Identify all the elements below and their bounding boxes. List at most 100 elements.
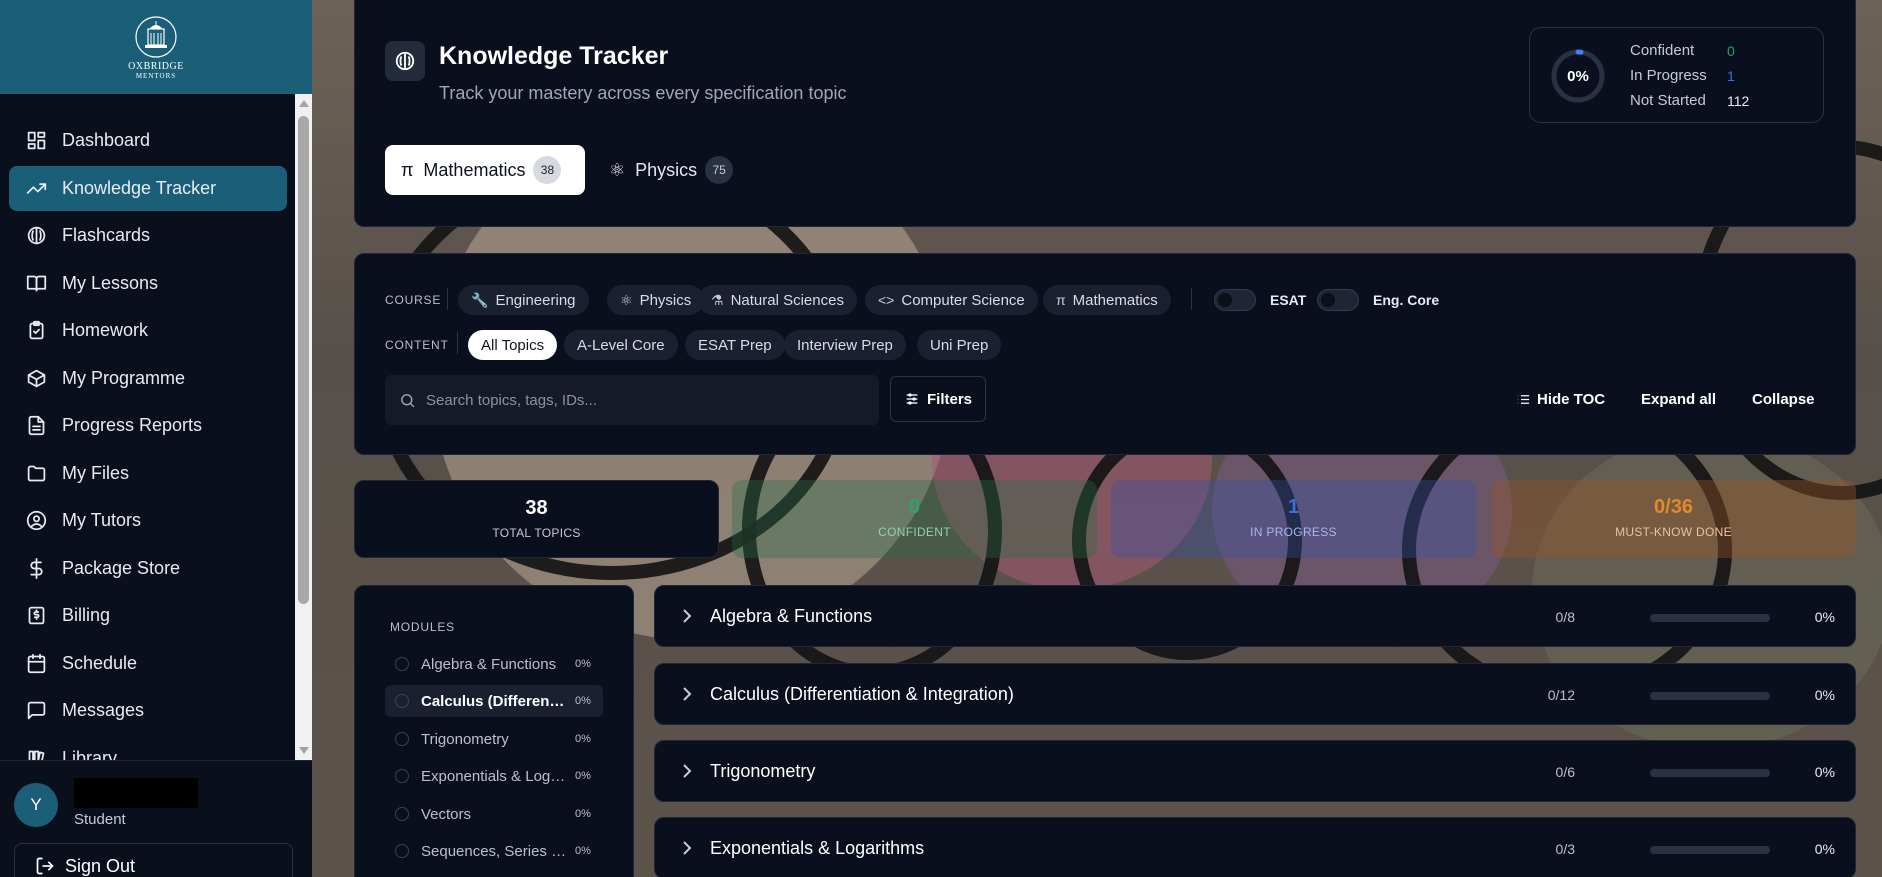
header-card: Knowledge Tracker Track your mastery acr… (354, 0, 1856, 227)
sidebar-item-my-lessons[interactable]: My Lessons (9, 261, 287, 306)
collapse-button[interactable]: Collapse (1752, 391, 1815, 408)
hide-toc-button[interactable]: Hide TOC (1516, 391, 1605, 408)
sidebar-item-label: Dashboard (62, 130, 151, 150)
sidebar-item-package-store[interactable]: Package Store (9, 546, 287, 591)
sidebar-item-flashcards[interactable]: Flashcards (9, 213, 287, 258)
topic-row-calculus[interactable]: Calculus (Differentiation & Integration)… (654, 663, 1856, 725)
progress-percent: 0% (1567, 67, 1589, 85)
sign-out-button[interactable]: Sign Out (14, 843, 293, 877)
chip-engineering[interactable]: 🔧 Engineering (458, 285, 589, 315)
module-item-trigonometry[interactable]: Trigonometry 0% (385, 723, 603, 755)
page-subtitle: Track your mastery across every specific… (439, 83, 847, 103)
chip-physics[interactable]: ⚛ Physics (607, 285, 705, 315)
sidebar-item-label: My Lessons (62, 272, 159, 293)
module-item-exponentials[interactable]: Exponentials & Logarithms 0% (385, 760, 603, 792)
receipt-icon (25, 605, 47, 627)
topic-row-exponentials[interactable]: Exponentials & Logarithms 0/3 0% (654, 817, 1856, 877)
module-percent: 0% (575, 733, 591, 745)
not-started-value: 112 (1727, 93, 1750, 109)
scroll-down-arrow-icon[interactable] (299, 747, 309, 754)
sidebar-item-progress-reports[interactable]: Progress Reports (9, 403, 287, 448)
sidebar-item-label: My Files (62, 462, 129, 483)
status-dot-icon (395, 694, 409, 708)
sidebar-item-label: Messages (62, 700, 145, 720)
sidebar-item-schedule[interactable]: Schedule (9, 641, 287, 686)
chip-esat-prep[interactable]: ESAT Prep (685, 330, 785, 360)
topic-count: 0/12 (1547, 687, 1575, 703)
main-content: Knowledge Tracker Track your mastery acr… (354, 0, 1856, 877)
topic-count: 0/3 (1555, 841, 1575, 857)
chevron-right-icon (681, 840, 693, 855)
sidebar-item-my-files[interactable]: My Files (9, 451, 287, 496)
stat-value: 0 (908, 496, 921, 518)
sidebar-item-label: Schedule (62, 652, 138, 673)
expand-all-button[interactable]: Expand all (1641, 391, 1716, 408)
topic-count: 0/6 (1555, 764, 1575, 780)
sidebar-item-library[interactable]: Library (9, 736, 287, 760)
tab-mathematics[interactable]: π Mathematics 38 (385, 145, 585, 195)
mastery-summary: 0% Confident 0 In Progress 1 Not Started… (1529, 27, 1824, 123)
topic-row-algebra[interactable]: Algebra & Functions 0/8 0% (654, 585, 1856, 647)
message-square-icon (25, 700, 47, 722)
sidebar-item-knowledge-tracker[interactable]: Knowledge Tracker (9, 165, 287, 211)
sidebar-item-label: Knowledge Tracker (62, 177, 217, 198)
chip-computer-science[interactable]: <> Computer Science (865, 285, 1038, 315)
topic-name: Algebra & Functions (710, 606, 873, 626)
sidebar-item-messages[interactable]: Messages (9, 688, 287, 733)
esat-toggle[interactable] (1214, 289, 1256, 311)
stat-in-progress: 1 IN PROGRESS (1111, 480, 1476, 558)
eng-core-toggle[interactable] (1317, 289, 1359, 311)
in-progress-label: In Progress (1630, 67, 1707, 84)
scroll-up-arrow-icon[interactable] (299, 100, 309, 107)
chip-natural-sciences[interactable]: ⚗ Natural Sciences (698, 285, 857, 315)
avatar[interactable]: Y (14, 783, 58, 827)
topic-name: Calculus (Differentiation & Integration) (710, 684, 1014, 704)
module-item-vectors[interactable]: Vectors 0% (385, 798, 603, 830)
topic-count: 0/8 (1555, 609, 1575, 625)
sidebar-item-my-tutors[interactable]: My Tutors (9, 498, 287, 543)
chip-interview-prep[interactable]: Interview Prep (784, 330, 906, 360)
chip-label: All Topics (481, 336, 545, 354)
code-icon: <> (878, 292, 895, 308)
package-icon (25, 367, 47, 389)
redacted-name (74, 778, 198, 808)
module-percent: 0% (575, 808, 591, 820)
stat-value: 38 (525, 497, 548, 519)
search-box[interactable] (385, 375, 879, 425)
sidebar-scrollbar[interactable] (295, 94, 312, 760)
sign-out-label: Sign Out (65, 855, 136, 876)
chip-a-level-core[interactable]: A-Level Core (564, 330, 678, 360)
module-item-algebra[interactable]: Algebra & Functions 0% (385, 648, 603, 680)
sidebar-item-label: My Tutors (62, 510, 142, 530)
sidebar-item-homework[interactable]: Homework (9, 308, 287, 353)
chip-uni-prep[interactable]: Uni Prep (917, 330, 1002, 360)
divider (457, 332, 458, 354)
status-dot-icon (395, 732, 409, 746)
brain-icon (25, 225, 47, 247)
module-item-calculus[interactable]: Calculus (Differentiation & Integration)… (385, 685, 603, 717)
library-icon (25, 747, 47, 760)
filters-button-label: Filters (926, 390, 972, 408)
divider (447, 288, 448, 310)
module-item-sequences[interactable]: Sequences, Series & Proof 0% (385, 835, 603, 867)
sidebar-item-label: Package Store (62, 557, 181, 578)
status-dot-icon (395, 844, 409, 858)
sidebar-item-dashboard[interactable]: Dashboard (9, 118, 287, 163)
filters-button[interactable]: Filters (890, 376, 986, 422)
search-input[interactable] (426, 391, 866, 409)
topic-row-trigonometry[interactable]: Trigonometry 0/6 0% (654, 740, 1856, 802)
divider (1191, 288, 1192, 310)
chip-label: ESAT Prep (698, 336, 772, 354)
oxbridge-logo[interactable]: OXBRIDGE MENTORS (124, 10, 188, 84)
trending-up-icon (25, 177, 47, 199)
sidebar-item-my-programme[interactable]: My Programme (9, 356, 287, 401)
confident-value: 0 (1727, 43, 1735, 59)
user-profile: Y Y Student Sign Out (0, 760, 312, 877)
chip-all-topics[interactable]: All Topics (468, 330, 558, 360)
scrollbar-thumb[interactable] (298, 116, 309, 604)
sidebar-item-billing[interactable]: Billing (9, 593, 287, 638)
brand-header: OXBRIDGE MENTORS (0, 0, 312, 94)
chip-mathematics[interactable]: π Mathematics (1043, 285, 1171, 315)
tab-physics[interactable]: ⚛ Physics 75 (593, 145, 734, 195)
status-dot-icon (395, 657, 409, 671)
